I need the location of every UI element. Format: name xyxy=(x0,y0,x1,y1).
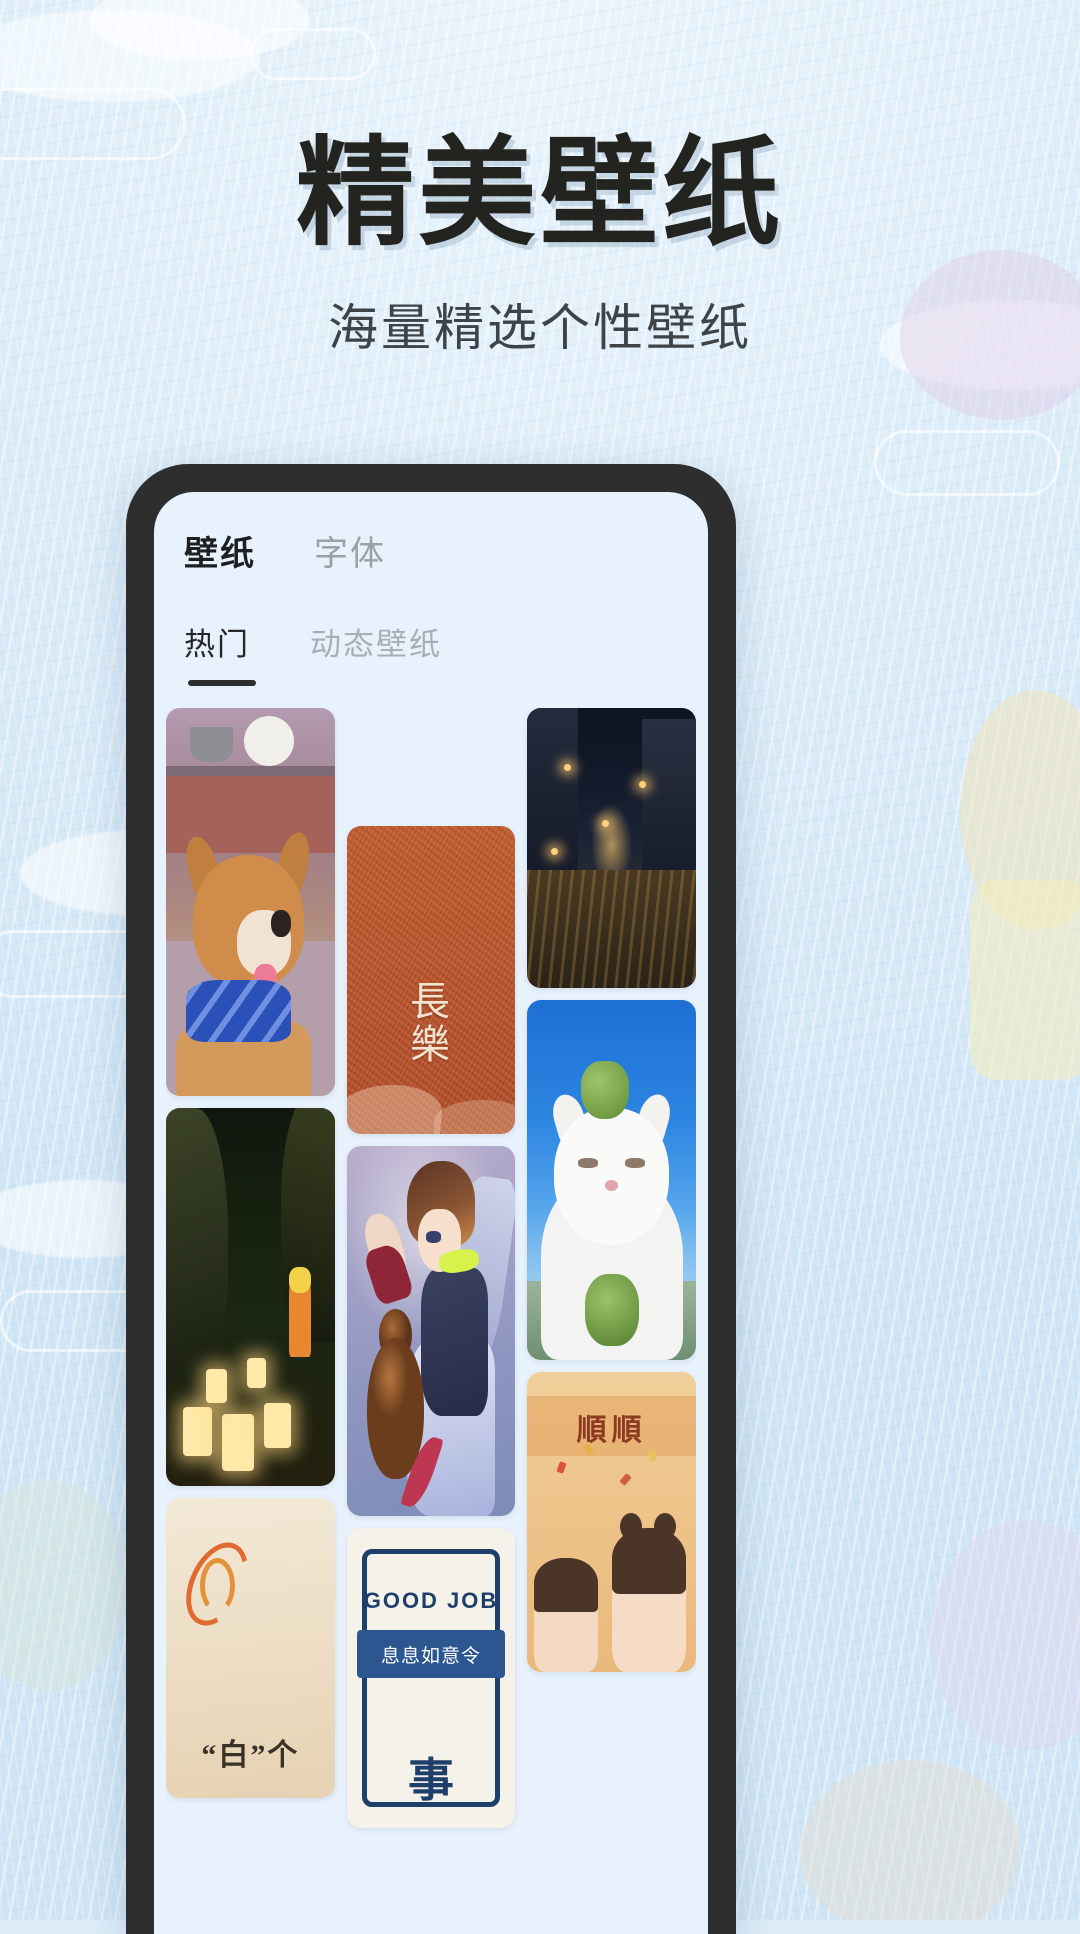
cloud-outline xyxy=(874,430,1060,496)
lantern-icon xyxy=(263,1402,291,1449)
headline-block: 精美壁纸 海量精选个性壁纸 xyxy=(0,128,1080,360)
phone-screen: 壁纸 字体 热门 动态壁纸 “白”个 長 樂 GOOD JOB 息息如意令 事 … xyxy=(154,492,708,1934)
sub-tab-bar: 热门 动态壁纸 xyxy=(154,575,708,664)
subtab-live-wallpaper[interactable]: 动态壁纸 xyxy=(310,619,442,664)
street-lamp-icon xyxy=(601,820,609,827)
shelf-shape xyxy=(166,766,335,776)
phone-mockup: 壁纸 字体 热门 动态壁纸 “白”个 長 樂 GOOD JOB 息息如意令 事 … xyxy=(126,464,736,1934)
wallpaper-grid: “白”个 長 樂 GOOD JOB 息息如意令 事 順順 xyxy=(166,708,696,1913)
wallpaper-card-changle[interactable]: 長 樂 xyxy=(346,826,516,1134)
cobblestone-road xyxy=(527,870,696,988)
wallpaper-card-anime-hero[interactable] xyxy=(346,1146,516,1516)
pastel-blob xyxy=(970,880,1080,1080)
mountain-shape xyxy=(346,1084,445,1134)
cat-eye xyxy=(625,1158,646,1168)
lantern-icon xyxy=(182,1406,212,1456)
cat-eye xyxy=(577,1158,599,1168)
street-lamp-icon xyxy=(638,780,646,788)
hero-eye xyxy=(425,1231,442,1243)
child-hair xyxy=(611,1528,686,1594)
sun-spiral-icon xyxy=(199,1558,236,1613)
sun-card-caption: “白”个 xyxy=(201,1739,300,1772)
building-shape xyxy=(527,708,578,882)
tab-font[interactable]: 字体 xyxy=(314,526,386,575)
character-hair xyxy=(289,1266,312,1294)
new-year-caption: 順順 xyxy=(576,1414,647,1447)
dog-bowl-icon xyxy=(189,727,234,763)
confetti-icon xyxy=(619,1473,632,1486)
lantern-icon xyxy=(221,1414,254,1471)
wallpaper-card-good-job[interactable]: GOOD JOB 息息如意令 事 xyxy=(346,1528,516,1828)
cat-head xyxy=(554,1108,670,1245)
wallpaper-card-lantern-cave[interactable] xyxy=(166,1108,335,1486)
wallpaper-card-new-year[interactable]: 順順 xyxy=(527,1372,696,1672)
dog-bowl-icon xyxy=(243,715,295,767)
mountain-shape xyxy=(434,1100,516,1134)
wallpaper-card-night-city[interactable] xyxy=(527,708,696,988)
wallpaper-column-a: “白”个 xyxy=(166,708,335,1913)
confetti-icon xyxy=(556,1461,567,1474)
child-hair xyxy=(534,1558,599,1612)
page-title: 精美壁纸 xyxy=(295,128,784,260)
changle-line-2: 樂 xyxy=(410,1021,452,1067)
lantern-icon xyxy=(246,1357,266,1388)
cloud-outline xyxy=(250,28,376,80)
good-job-big-character: 事 xyxy=(408,1755,454,1806)
good-job-ribbon: 息息如意令 xyxy=(356,1630,506,1678)
wallpaper-card-sunshine-quote[interactable]: “白”个 xyxy=(166,1498,335,1798)
tab-wallpaper[interactable]: 壁纸 xyxy=(184,526,256,575)
confetti-icon xyxy=(647,1449,657,1462)
cave-rock xyxy=(166,1108,229,1381)
cat-nose xyxy=(604,1180,619,1191)
wallpaper-column-b: 長 樂 GOOD JOB 息息如意令 事 xyxy=(346,826,516,1913)
subtab-hot[interactable]: 热门 xyxy=(184,619,250,664)
active-tab-indicator xyxy=(188,680,256,686)
building-shape xyxy=(642,719,696,882)
wallpaper-card-broccoli-cat[interactable] xyxy=(527,1000,696,1360)
good-job-title: GOOD JOB xyxy=(363,1588,499,1613)
main-tab-bar: 壁纸 字体 xyxy=(154,492,708,575)
hair-bun xyxy=(620,1513,643,1540)
broccoli-icon xyxy=(584,1273,639,1346)
wallpaper-column-c: 順順 xyxy=(527,708,696,1913)
hero-armor xyxy=(420,1268,489,1417)
dog-nose xyxy=(270,909,291,937)
dog-bandana xyxy=(186,979,291,1042)
street-lamp-icon xyxy=(550,848,558,855)
wallpaper-card-shiba-dog[interactable] xyxy=(166,708,335,1096)
broccoli-icon xyxy=(581,1061,629,1119)
hair-bun xyxy=(653,1513,676,1540)
page-subtitle: 海量精选个性壁纸 xyxy=(328,300,752,357)
lantern-icon xyxy=(206,1368,227,1403)
